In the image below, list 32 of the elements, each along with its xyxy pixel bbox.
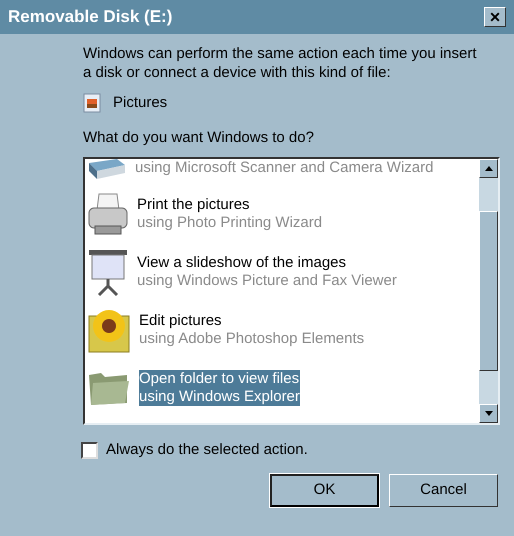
dialog-button[interactable]: Cancel	[389, 474, 498, 506]
action-subtitle: using Adobe Photoshop Elements	[139, 330, 364, 348]
scroll-up-button[interactable]	[479, 159, 498, 178]
window-title: Removable Disk (E:)	[8, 6, 172, 28]
action-subtitle: using Photo Printing Wizard	[137, 214, 322, 232]
scroll-down-button[interactable]	[479, 404, 498, 423]
intro-text: Windows can perform the same action each time you insert a disk or connect a device with this kind of file:	[83, 44, 478, 82]
action-item[interactable]: Edit pictures using Adobe Photoshop Elements	[87, 301, 479, 359]
action-title: Print the pictures	[137, 196, 251, 214]
checkbox-label: Always do the selected action.	[106, 440, 308, 460]
scanner-icon	[87, 159, 127, 181]
action-title: Edit pictures	[139, 312, 223, 330]
action-item[interactable]: Print the pictures using Photo Printing Wizard	[87, 185, 479, 243]
projection-screen-icon	[87, 248, 129, 296]
up-arrow-icon	[484, 166, 492, 171]
action-subtitle: using Windows Picture and Fax Viewer	[137, 272, 397, 290]
close-button[interactable]: ×	[484, 7, 506, 27]
content-type-label: Pictures	[113, 93, 168, 113]
dialog-button[interactable]: OK	[270, 474, 379, 506]
pictures-icon	[83, 93, 101, 114]
action-title: Open folder to view files	[139, 370, 300, 388]
scroll-thumb[interactable]	[479, 211, 498, 371]
checkbox[interactable]	[81, 442, 98, 459]
action-subtitle: using Microsoft Scanner and Camera Wizard	[135, 159, 434, 177]
action-item[interactable]: View a slideshow of the images using Windows Picture and Fax Viewer	[87, 243, 479, 301]
question-text: What do you want Windows to do?	[83, 128, 315, 148]
action-title: View a slideshow of the images	[137, 254, 348, 272]
scrollbar[interactable]	[479, 159, 498, 423]
action-subtitle: using Windows Explorer	[139, 388, 300, 406]
printer-icon	[87, 192, 129, 236]
down-arrow-icon	[484, 411, 492, 416]
action-item[interactable]: Open folder to view files using Windows Explorer	[87, 359, 479, 417]
